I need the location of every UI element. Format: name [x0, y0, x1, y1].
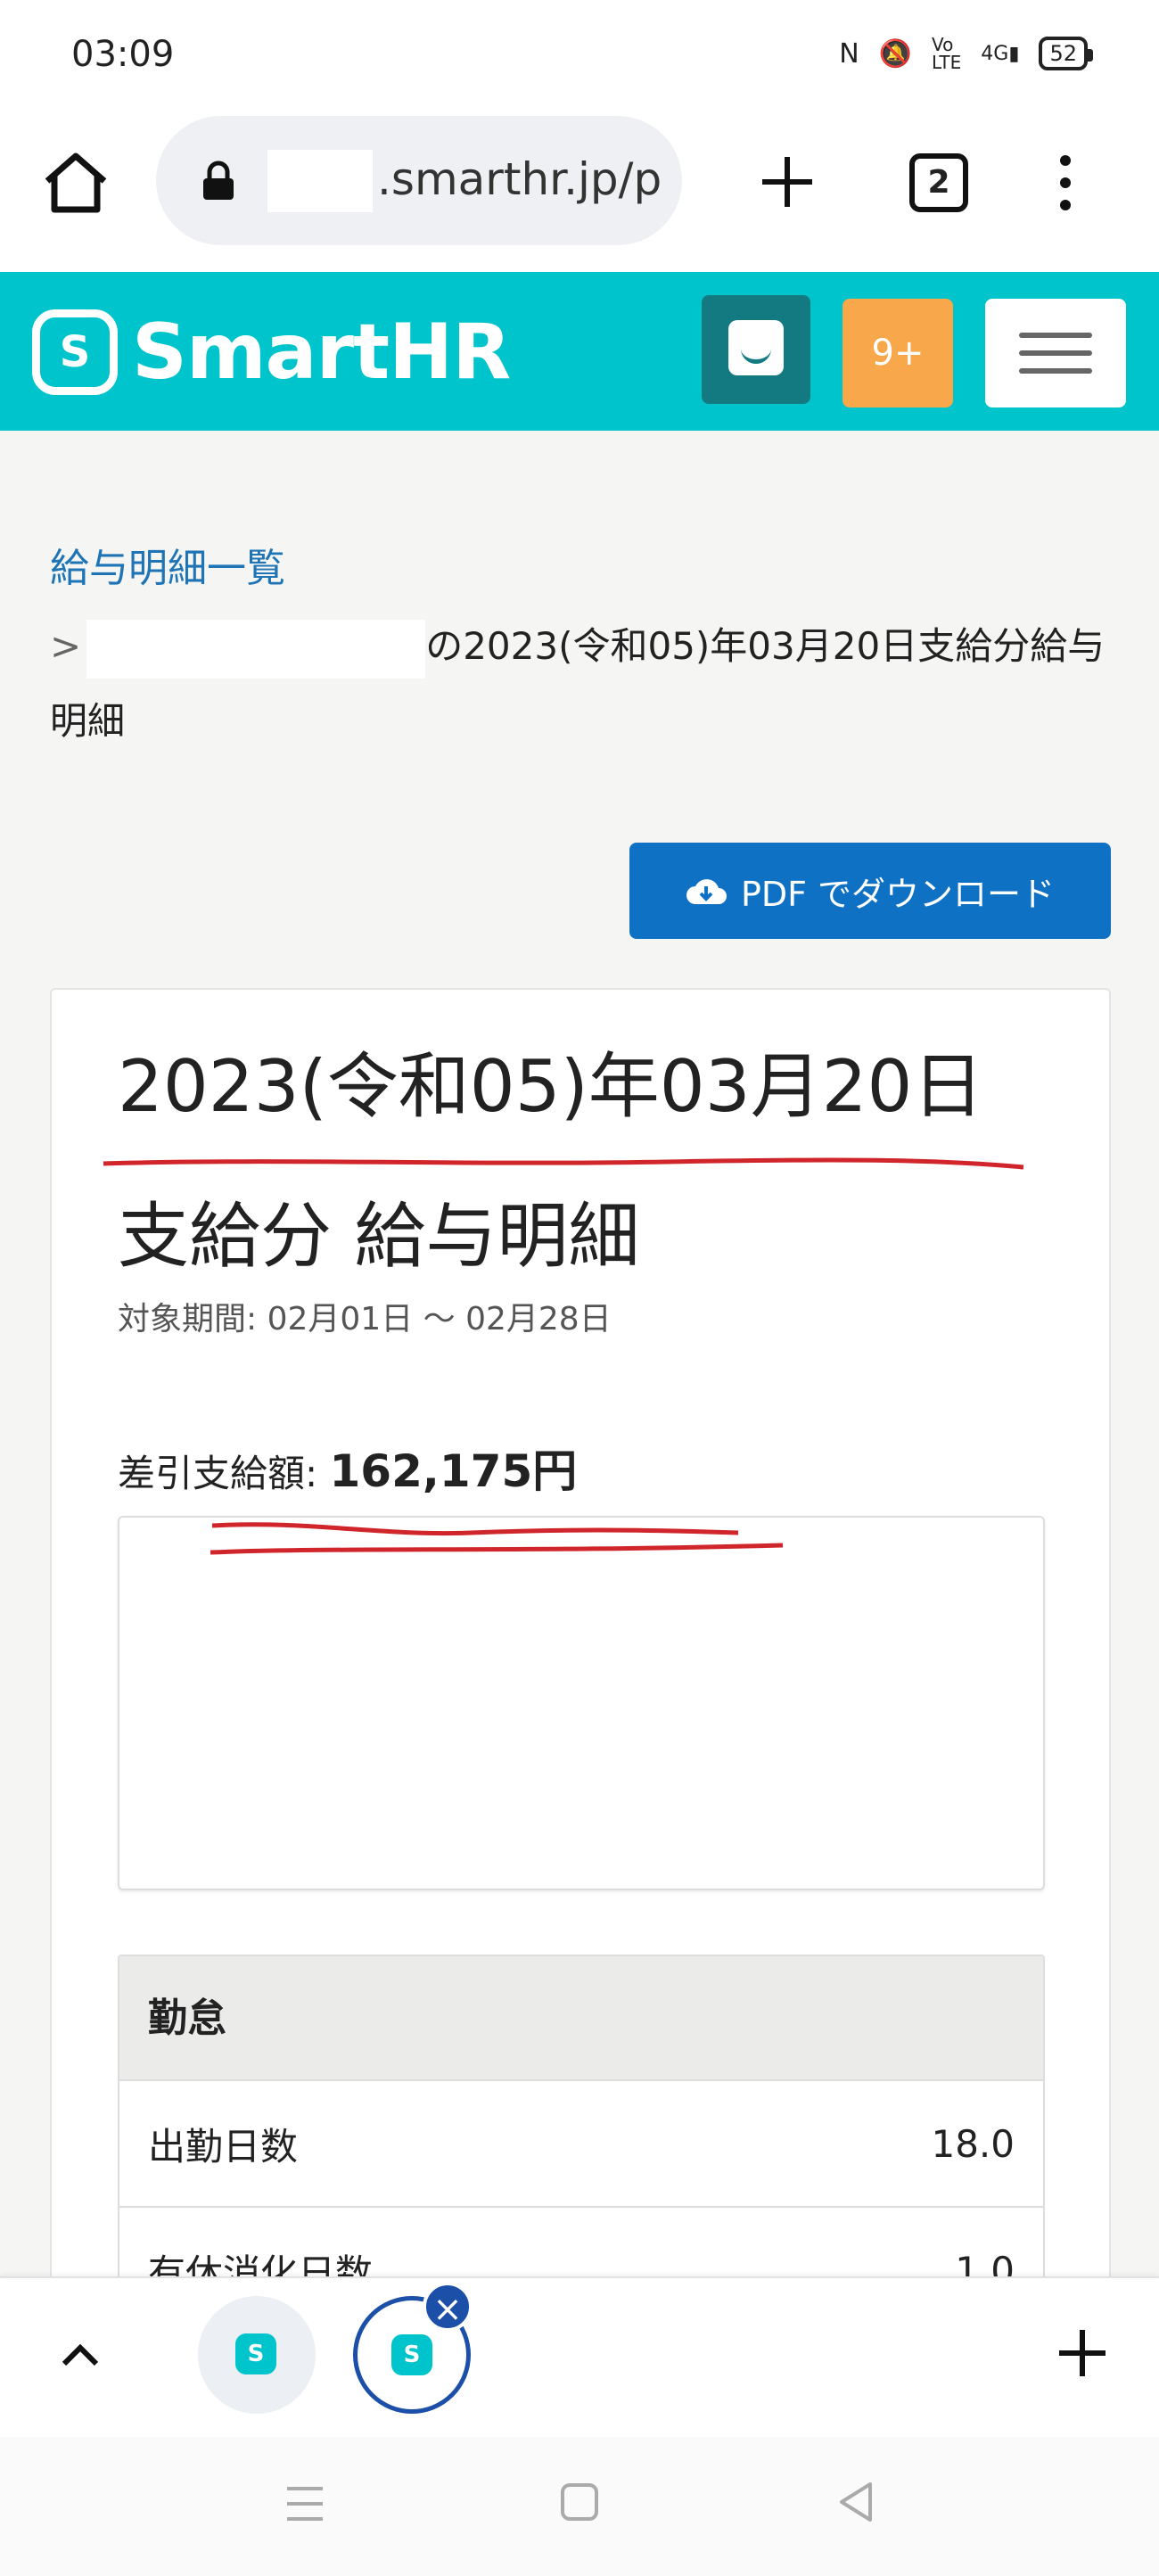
- row-label: 有休消化日数: [148, 2251, 374, 2277]
- red-underline-annotation: [103, 1157, 1024, 1170]
- mute-icon: 🔕: [878, 37, 913, 70]
- back-icon[interactable]: [834, 2480, 877, 2524]
- volte-icon: Vo LTE: [932, 34, 962, 73]
- attendance-heading: 勤怠: [119, 1956, 1043, 2081]
- breadcrumb-payslip-list-link[interactable]: 給与明細一覧: [50, 536, 285, 593]
- hamburger-line: [1019, 350, 1092, 356]
- summary-box: [118, 1516, 1045, 1890]
- row-value: 18.0: [931, 2121, 1015, 2166]
- signal-4g-icon: 4G▮: [981, 42, 1020, 65]
- net-pay: 差引支給額: 162,175円: [118, 1436, 577, 1500]
- smarthr-favicon-icon: S: [391, 2334, 432, 2375]
- add-tab-icon[interactable]: [1054, 2325, 1111, 2382]
- recents-icon[interactable]: [284, 2483, 326, 2524]
- smarthr-favicon-icon: S: [235, 2333, 276, 2374]
- home-nav-icon[interactable]: [560, 2481, 599, 2523]
- payslip-period: 対象期間: 02月01日 〜 02月28日: [118, 1301, 612, 1337]
- more-menu-icon[interactable]: [1048, 152, 1083, 214]
- chat-button[interactable]: [702, 295, 810, 404]
- hamburger-line: [1019, 368, 1092, 374]
- row-value: 1.0: [955, 2248, 1015, 2277]
- payslip-card: 2023(令和05)年03月20日 支給分 給与明細 対象期間: 02月01日 …: [50, 988, 1111, 2276]
- row-label: 出勤日数: [148, 2124, 299, 2169]
- status-time: 03:09: [71, 34, 175, 75]
- status-icons: N 🔕 Vo LTE 4G▮ 52: [839, 34, 1093, 73]
- payslip-title-type: 支給分 給与明細: [118, 1195, 640, 1278]
- home-icon[interactable]: [40, 147, 111, 218]
- chat-icon: [728, 320, 784, 375]
- url-text: .smarthr.jp/p: [377, 153, 662, 205]
- chevron-up-icon[interactable]: [53, 2332, 107, 2376]
- battery-icon: 52: [1039, 37, 1093, 70]
- attendance-table: 勤怠 出勤日数 18.0 有休消化日数 1.0: [118, 1955, 1045, 2276]
- page-content: 給与明細一覧 > の2023(令和05)年03月20日支給分給与明細 PDF でダ…: [0, 431, 1159, 2276]
- logo-mark-icon: S: [32, 309, 118, 395]
- table-row: 出勤日数 18.0: [119, 2081, 1043, 2208]
- close-tab-icon[interactable]: ×: [423, 2282, 473, 2332]
- table-row: 有休消化日数 1.0: [119, 2208, 1043, 2277]
- notification-button[interactable]: 9+: [843, 299, 953, 407]
- cloud-download-icon: [686, 879, 727, 904]
- nfc-icon: N: [839, 37, 859, 70]
- lock-icon: [203, 160, 234, 200]
- logo-text: SmartHR: [132, 308, 511, 397]
- app-header: S SmartHR 9+: [0, 272, 1159, 431]
- hamburger-menu-button[interactable]: [985, 299, 1126, 407]
- smarthr-logo[interactable]: S SmartHR: [32, 308, 511, 397]
- new-tab-icon[interactable]: [752, 146, 823, 218]
- breadcrumb-current: > の2023(令和05)年03月20日支給分給与明細: [50, 609, 1120, 759]
- browser-toolbar: .smarthr.jp/p 2: [0, 107, 1159, 272]
- redacted-block: [267, 150, 373, 212]
- breadcrumb-separator: >: [50, 624, 82, 668]
- net-pay-value: 162,175円: [329, 1445, 578, 1497]
- tab-thumbnail[interactable]: S: [198, 2296, 316, 2414]
- url-bar[interactable]: .smarthr.jp/p: [156, 116, 682, 245]
- pdf-download-label: PDF でダウンロード: [740, 874, 1056, 914]
- system-nav-bar: [0, 2437, 1159, 2576]
- net-pay-label: 差引支給額:: [118, 1452, 318, 1495]
- status-bar: 03:09 N 🔕 Vo LTE 4G▮ 52: [0, 0, 1159, 107]
- red-underline-annotation: [210, 1522, 784, 1555]
- pdf-download-button[interactable]: PDF でダウンロード: [629, 843, 1111, 939]
- redacted-block: [86, 619, 426, 679]
- tab-strip: S S ×: [0, 2276, 1159, 2437]
- tab-switcher-button[interactable]: 2: [909, 153, 968, 212]
- payslip-title-date: 2023(令和05)年03月20日: [118, 1045, 984, 1128]
- hamburger-line: [1019, 333, 1092, 338]
